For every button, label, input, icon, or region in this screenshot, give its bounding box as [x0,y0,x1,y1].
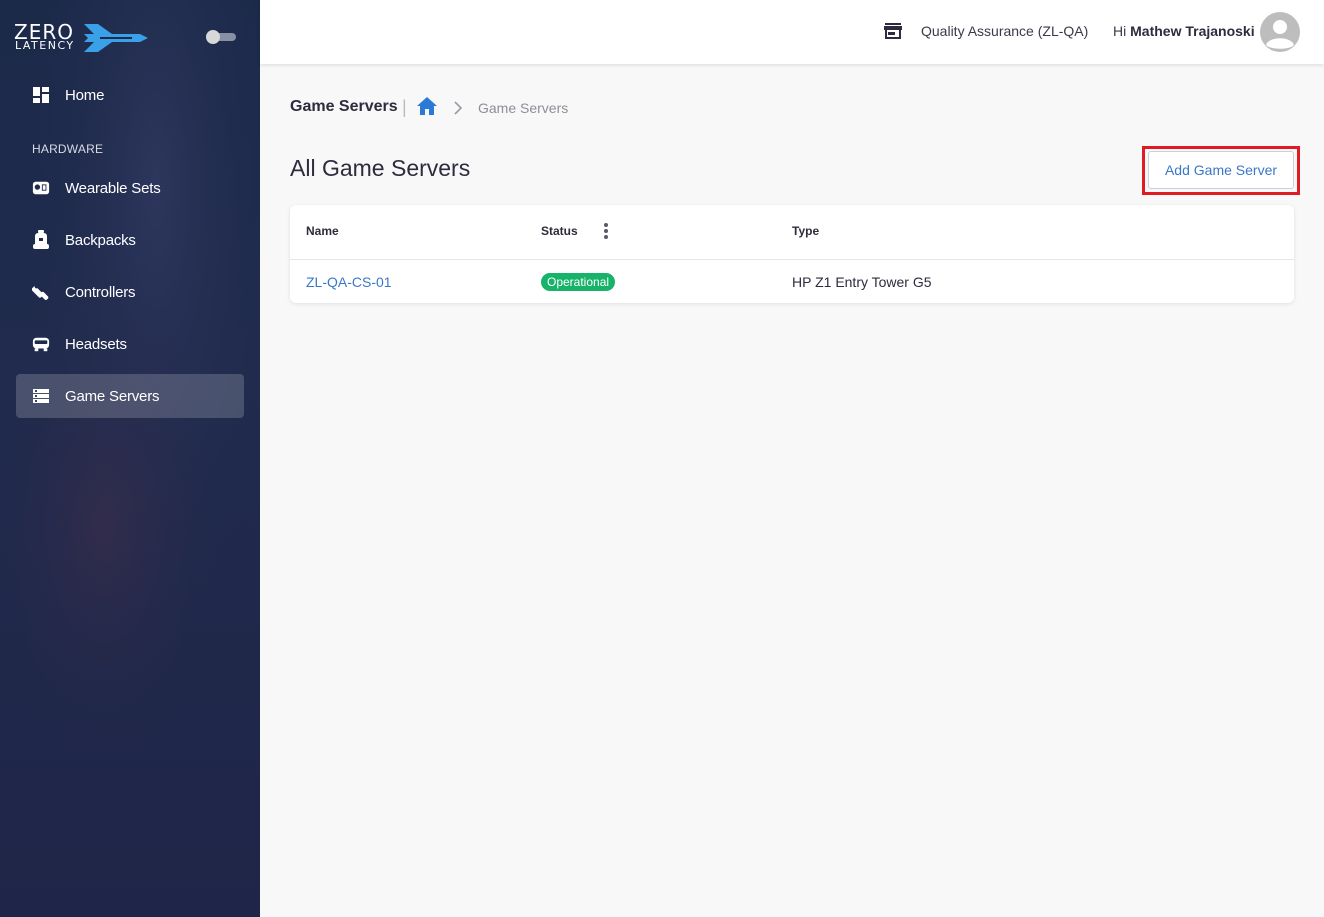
sidebar-item-label: Backpacks [65,231,136,249]
game-servers-table: Name Status Type ZL-QA-CS-01 Operational… [290,205,1294,303]
server-type: HP Z1 Entry Tower G5 [792,274,932,290]
backpack-icon [32,230,50,249]
sidebar-item-controllers[interactable]: Controllers [16,270,244,314]
server-icon [32,387,50,405]
sidebar-item-label: Game Servers [65,387,160,405]
dashboard-icon [32,86,50,104]
sidebar-item-home[interactable]: Home [16,73,244,117]
toggle-knob [206,30,220,44]
status-badge: Operational [541,273,616,291]
breadcrumb-title: Game Servers [290,98,398,115]
home-icon[interactable] [417,97,437,120]
sidebar-item-wearable-sets[interactable]: Wearable Sets [16,166,244,210]
theme-toggle[interactable] [206,30,236,44]
top-bar: Quality Assurance (ZL-QA) Hi Mathew Traj… [260,0,1324,64]
page-title: All Game Servers [290,155,471,181]
sidebar-item-label: Controllers [65,283,136,301]
logo-text-latency: LATENCY [15,39,75,52]
logo-plane-icon [84,24,148,52]
account-circle-icon[interactable] [1260,12,1300,52]
sidebar-item-label: Home [65,86,105,104]
column-header-status[interactable]: Status [541,224,578,238]
sidebar: ZERO LATENCY Home HARDWARE Wearable Sets… [0,0,260,917]
controller-icon [32,283,50,301]
sidebar-item-headsets[interactable]: Headsets [16,322,244,366]
column-header-name[interactable]: Name [306,224,339,238]
store-icon [884,22,902,45]
header-divider [290,259,1294,260]
headset-icon [32,335,50,353]
greeting-prefix: Hi [1113,23,1127,39]
more-vert-icon[interactable] [603,223,609,241]
add-game-server-button[interactable]: Add Game Server [1148,151,1294,189]
organization-selector[interactable]: Quality Assurance (ZL-QA) [921,23,1088,39]
wearable-sets-icon [32,179,50,197]
zero-latency-logo[interactable]: ZERO LATENCY [14,20,148,56]
server-name-link[interactable]: ZL-QA-CS-01 [306,274,392,290]
user-greeting: Hi Mathew Trajanoski [1113,23,1255,39]
breadcrumb-separator: | [402,97,407,117]
chevron-right-icon [453,101,463,120]
sidebar-item-label: Wearable Sets [65,179,161,197]
user-name: Mathew Trajanoski [1130,23,1255,39]
sidebar-background-art [0,0,260,917]
sidebar-item-backpacks[interactable]: Backpacks [16,218,244,262]
breadcrumb-current: Game Servers [478,100,569,116]
column-header-type[interactable]: Type [792,224,819,238]
sidebar-item-label: Headsets [65,335,127,353]
sidebar-item-game-servers[interactable]: Game Servers [16,374,244,418]
sidebar-section-hardware: HARDWARE [32,142,104,156]
